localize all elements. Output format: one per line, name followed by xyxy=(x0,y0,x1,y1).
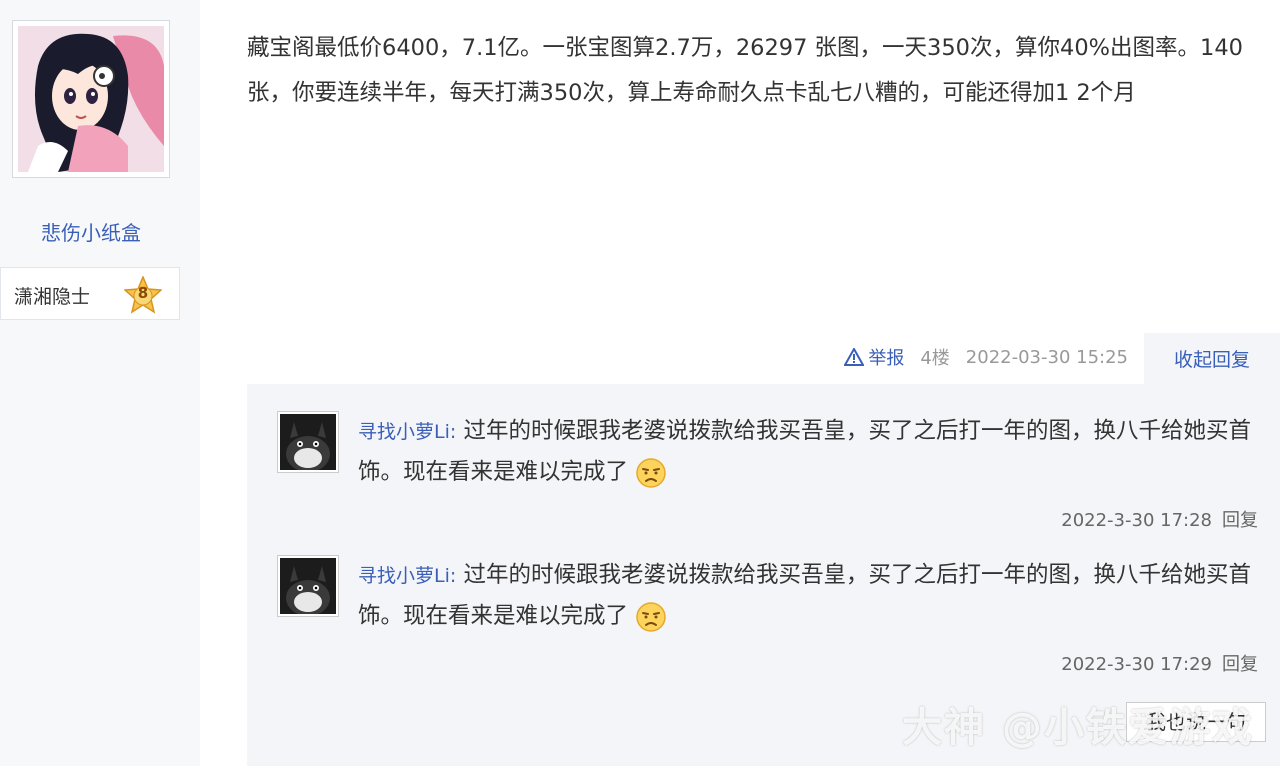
totoro-avatar-image xyxy=(280,558,336,616)
floor-number: 4楼 xyxy=(920,348,950,369)
reply-text: 过年的时候跟我老婆说拨款给我买吾皇，买了之后打一年的图，换八千给她买首饰。现在看… xyxy=(358,418,1251,485)
post-datetime: 2022-03-30 15:25 xyxy=(965,346,1128,368)
reply-body: 寻找小萝Li: 过年的时候跟我老婆说拨款给我买吾皇，买了之后打一年的图，换八千给… xyxy=(358,411,1263,492)
reply-button[interactable]: 回复 xyxy=(1222,654,1258,675)
post-meta: 举报 4楼 2022-03-30 15:25 xyxy=(844,344,1128,370)
author-sidebar: 悲伤小纸盒 潇湘隐士 8 xyxy=(0,0,200,766)
reply-text: 过年的时候跟我老婆说拨款给我买吾皇，买了之后打一年的图，换八千给她买首饰。现在看… xyxy=(358,562,1251,629)
reply-meta: 2022-3-30 17:29 回复 xyxy=(1051,650,1258,676)
reply-avatar[interactable] xyxy=(277,555,339,617)
warning-icon xyxy=(844,348,865,366)
reply-button[interactable]: 回复 xyxy=(1222,510,1258,531)
collapse-replies-tab: 收起回复 xyxy=(1144,333,1280,385)
reply-body: 寻找小萝Li: 过年的时候跟我老婆说拨款给我买吾皇，买了之后打一年的图，换八千给… xyxy=(358,555,1263,636)
reply-meta: 2022-3-30 17:28 回复 xyxy=(1051,506,1258,532)
author-title-box: 潇湘隐士 8 xyxy=(0,267,180,320)
reply-username[interactable]: 寻找小萝Li: xyxy=(358,565,456,587)
author-title: 潇湘隐士 xyxy=(14,286,91,308)
reply-time: 2022-3-30 17:29 xyxy=(1061,654,1212,675)
level-star-badge: 8 xyxy=(123,275,163,314)
author-username[interactable]: 悲伤小纸盒 xyxy=(0,217,182,246)
post-main: 藏宝阁最低价6400，7.1亿。一张宝图算2.7万，26297 张图，一天350… xyxy=(200,0,1280,766)
anime-avatar-image xyxy=(18,26,164,172)
sad-face-emoji-icon xyxy=(636,457,666,488)
sad-face-emoji-icon xyxy=(636,601,666,632)
reply-username[interactable]: 寻找小萝Li: xyxy=(358,421,456,443)
totoro-avatar-image xyxy=(280,414,336,472)
collapse-replies-button[interactable]: 收起回复 xyxy=(1174,345,1250,372)
post-content: 藏宝阁最低价6400，7.1亿。一张宝图算2.7万，26297 张图，一天350… xyxy=(247,35,1243,106)
author-avatar[interactable] xyxy=(12,20,170,178)
reply-time: 2022-3-30 17:28 xyxy=(1061,510,1212,531)
reply-avatar[interactable] xyxy=(277,411,339,473)
report-button[interactable]: 举报 xyxy=(844,344,904,370)
watermark: 大神 @小铁爱游戏 xyxy=(902,705,1254,751)
level-number: 8 xyxy=(137,284,149,302)
report-label: 举报 xyxy=(868,348,905,369)
